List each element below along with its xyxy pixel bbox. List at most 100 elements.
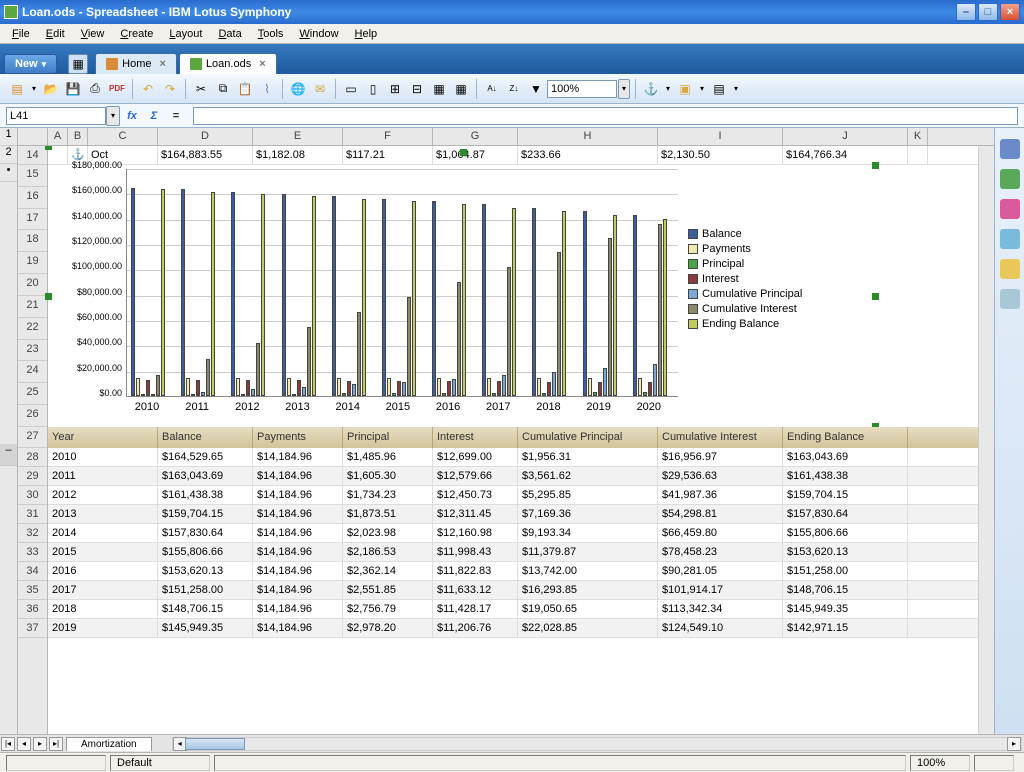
save-button[interactable]: 💾	[63, 79, 83, 99]
align-button[interactable]: ▤	[709, 79, 729, 99]
sort-desc-button[interactable]: Z↓	[504, 79, 524, 99]
col-header-H[interactable]: H	[518, 128, 658, 145]
sum-button[interactable]: Σ	[145, 107, 163, 125]
navigator-icon[interactable]	[1000, 229, 1020, 249]
col-header-J[interactable]: J	[783, 128, 908, 145]
col-header-K[interactable]: K	[908, 128, 928, 145]
dropdown-icon[interactable]: ▾	[29, 79, 39, 99]
column-headers[interactable]: ABCDEFGHIJK	[18, 128, 994, 146]
menu-window[interactable]: Window	[291, 26, 346, 42]
menu-view[interactable]: View	[73, 26, 113, 42]
row-headers[interactable]: 1415161718192021222324252627282930313233…	[18, 146, 48, 734]
col-header-C[interactable]: C	[88, 128, 158, 145]
dropdown-icon[interactable]: ▾	[697, 79, 707, 99]
col-header-B[interactable]: B	[68, 128, 88, 145]
zoom-dropdown-icon[interactable]: ▾	[618, 79, 630, 99]
format-paint-button[interactable]: ⌇	[257, 79, 277, 99]
col-header-F[interactable]: F	[343, 128, 433, 145]
new-button[interactable]: New▾	[4, 54, 57, 74]
borders-button[interactable]: ▦	[429, 79, 449, 99]
table-row[interactable]: 2019$145,949.35$14,184.96$2,978.20$11,20…	[48, 619, 978, 638]
split-button[interactable]: ⊟	[407, 79, 427, 99]
cut-button[interactable]: ✂	[191, 79, 211, 99]
function-wizard-button[interactable]: fx	[123, 107, 141, 125]
close-icon[interactable]: ×	[259, 58, 265, 70]
vertical-scrollbar[interactable]	[978, 146, 994, 734]
cell-reference-input[interactable]	[6, 107, 106, 125]
first-sheet-button[interactable]: |◂	[1, 737, 15, 751]
col-header-I[interactable]: I	[658, 128, 783, 145]
table-row[interactable]: 2011$163,043.69$14,184.96$1,605.30$12,57…	[48, 467, 978, 486]
table-row[interactable]: ⚓Oct$164,883.55$1,182.08$117.21$1,064.87…	[48, 146, 978, 165]
anchor-button[interactable]: ⚓	[641, 79, 661, 99]
table-row[interactable]: 2010$164,529.65$14,184.96$1,485.96$12,69…	[48, 448, 978, 467]
filter-button[interactable]: ▼	[526, 79, 546, 99]
redo-button[interactable]: ↷	[160, 79, 180, 99]
legend-item: Ending Balance	[688, 318, 802, 330]
copy-button[interactable]: ⧉	[213, 79, 233, 99]
undo-button[interactable]: ↶	[138, 79, 158, 99]
window-list-button[interactable]: ▦	[68, 54, 88, 74]
paste-button[interactable]: 📋	[235, 79, 255, 99]
table-row[interactable]: 2018$148,706.15$14,184.96$2,756.79$11,42…	[48, 600, 978, 619]
arrange-button[interactable]: ▣	[675, 79, 695, 99]
outline-panel[interactable]: 12 • –	[0, 128, 18, 734]
col-header-E[interactable]: E	[253, 128, 343, 145]
scroll-right-button[interactable]: ▸	[1007, 737, 1021, 751]
menu-file[interactable]: File	[4, 26, 38, 42]
window-title: Loan.ods - Spreadsheet - IBM Lotus Symph…	[22, 5, 954, 19]
prev-sheet-button[interactable]: ◂	[17, 737, 31, 751]
horizontal-scrollbar[interactable]: ◂ ▸	[172, 737, 1022, 751]
tab-home[interactable]: Home ×	[95, 53, 177, 74]
sheet-cells[interactable]: ⚓Oct$164,883.55$1,182.08$117.21$1,064.87…	[48, 146, 978, 734]
scrollbar-thumb[interactable]	[185, 738, 245, 750]
email-button[interactable]: ✉	[310, 79, 330, 99]
table-row[interactable]: 2012$161,438.38$14,184.96$1,734.23$12,45…	[48, 486, 978, 505]
menu-layout[interactable]: Layout	[161, 26, 210, 42]
table-row[interactable]: 2016$153,620.13$14,184.96$2,362.14$11,82…	[48, 562, 978, 581]
pdf-button[interactable]: PDF	[107, 79, 127, 99]
merge-button[interactable]: ⊞	[385, 79, 405, 99]
table-row[interactable]: 2014$157,830.64$14,184.96$2,023.98$12,16…	[48, 524, 978, 543]
new-doc-button[interactable]: ▤	[7, 79, 27, 99]
menu-edit[interactable]: Edit	[38, 26, 73, 42]
menu-help[interactable]: Help	[347, 26, 386, 42]
dropdown-icon[interactable]: ▾	[731, 79, 741, 99]
close-icon[interactable]: ×	[160, 58, 166, 70]
col-header-A[interactable]: A	[48, 128, 68, 145]
clip-icon[interactable]	[1000, 259, 1020, 279]
sort-asc-button[interactable]: A↓	[482, 79, 502, 99]
tab-loan[interactable]: Loan.ods ×	[179, 53, 277, 74]
menu-data[interactable]: Data	[210, 26, 249, 42]
dropdown-icon[interactable]: ▾	[663, 79, 673, 99]
gallery-icon[interactable]	[1000, 199, 1020, 219]
freeze-col-button[interactable]: ▯	[363, 79, 383, 99]
table-row[interactable]: 2017$151,258.00$14,184.96$2,551.85$11,63…	[48, 581, 978, 600]
sheet-tab-amortization[interactable]: Amortization	[66, 737, 152, 751]
open-button[interactable]: 📂	[41, 79, 61, 99]
table-row[interactable]: 2015$155,806.66$14,184.96$2,186.53$11,99…	[48, 543, 978, 562]
legend-item: Cumulative Interest	[688, 303, 802, 315]
table-row[interactable]: 2013$159,704.15$14,184.96$1,873.51$12,31…	[48, 505, 978, 524]
styles-icon[interactable]	[1000, 169, 1020, 189]
freeze-row-button[interactable]: ▭	[341, 79, 361, 99]
properties-icon[interactable]	[1000, 139, 1020, 159]
web-button[interactable]: 🌐	[288, 79, 308, 99]
embedded-chart[interactable]: $0.00$20,000.00$40,000.00$60,000.00$80,0…	[48, 165, 876, 427]
cell-ref-dropdown-icon[interactable]: ▾	[106, 106, 120, 126]
print-button[interactable]: ⎙	[85, 79, 105, 99]
col-header-D[interactable]: D	[158, 128, 253, 145]
menu-create[interactable]: Create	[112, 26, 161, 42]
zoom-input[interactable]	[547, 80, 617, 98]
col-header-G[interactable]: G	[433, 128, 518, 145]
next-sheet-button[interactable]: ▸	[33, 737, 47, 751]
formula-input[interactable]	[193, 107, 1018, 125]
maximize-button[interactable]: □	[978, 3, 998, 21]
minimize-button[interactable]: –	[956, 3, 976, 21]
equals-button[interactable]: =	[167, 107, 185, 125]
menu-tools[interactable]: Tools	[250, 26, 292, 42]
close-button[interactable]: ×	[1000, 3, 1020, 21]
last-sheet-button[interactable]: ▸|	[49, 737, 63, 751]
fx-panel-icon[interactable]	[1000, 289, 1020, 309]
grid-button[interactable]: ▦	[451, 79, 471, 99]
